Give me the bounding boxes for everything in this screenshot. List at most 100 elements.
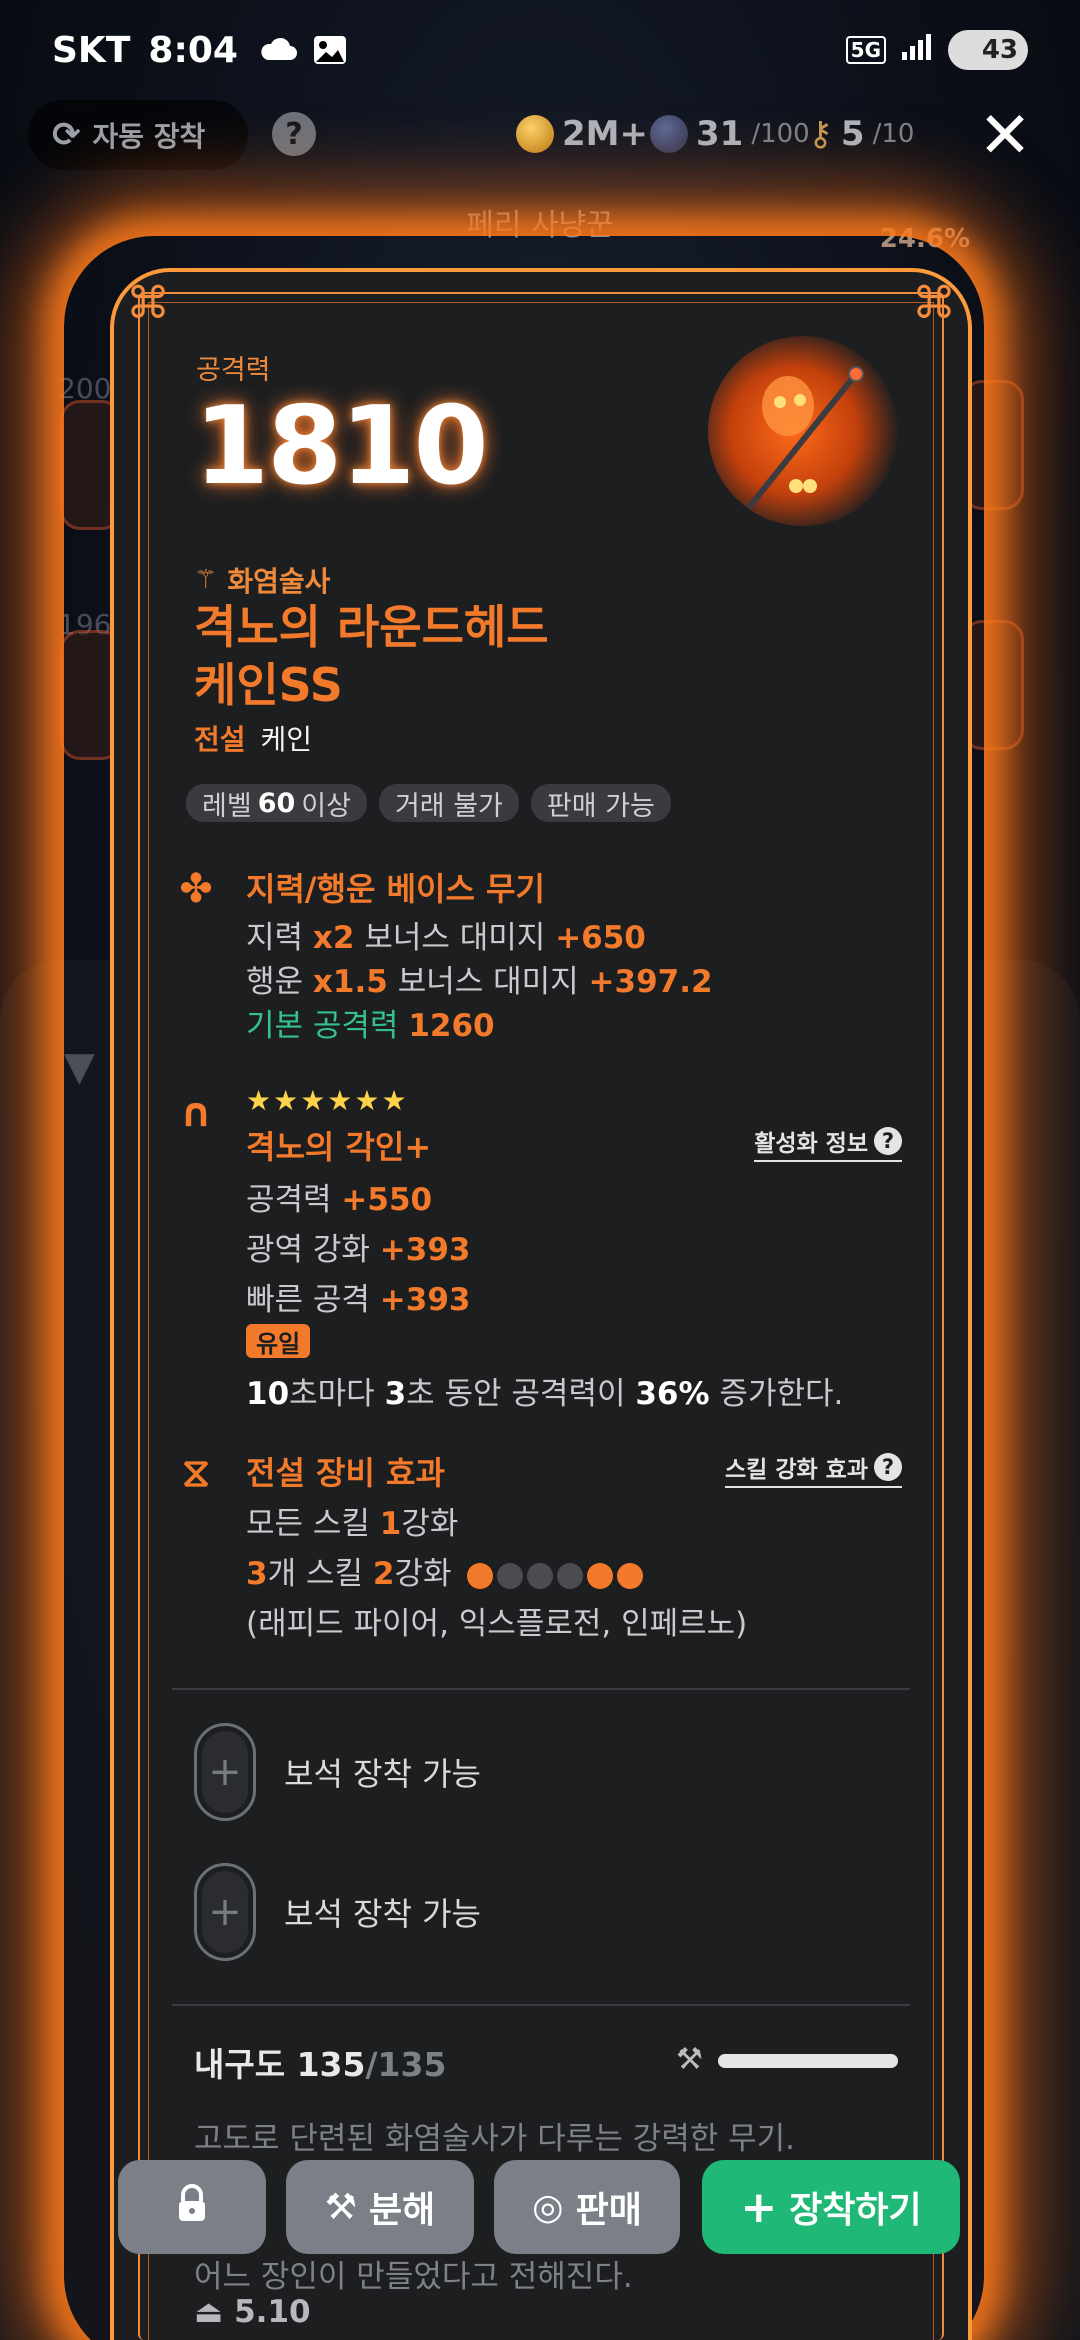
effect-number: 2	[372, 1556, 395, 1592]
stat-desc: 보너스 대미지	[364, 920, 546, 956]
signal-icon	[900, 30, 934, 71]
footer-value: 5.10	[234, 2294, 311, 2330]
durability-bar	[718, 2054, 898, 2068]
lock-button[interactable]	[118, 2160, 266, 2254]
refresh-icon: ⟳	[52, 115, 81, 155]
stat-value: 1260	[408, 1008, 495, 1044]
durability: 내구도 135/135	[194, 2038, 446, 2086]
disassemble-button[interactable]: ⚒ 분해	[286, 2160, 474, 2254]
divider	[172, 1688, 910, 1690]
effect-text: 개 스킬	[267, 1556, 363, 1592]
stat-value: +393	[379, 1282, 471, 1318]
stat-desc: 보너스 대미지	[397, 964, 579, 1000]
auto-equip-label: 자동 장착	[92, 120, 206, 153]
luk-bonus-line: 행운 x1.5 보너스 대미지 +397.2	[246, 956, 713, 1001]
level-requirement-tag: 레벨 60 이상	[186, 784, 367, 822]
unique-badge: 유일	[246, 1324, 311, 1358]
effect-text: 강화	[394, 1556, 452, 1592]
tag-text: 이상	[301, 790, 351, 822]
close-button[interactable]: ✕	[972, 104, 1038, 172]
cloud-icon	[258, 34, 298, 66]
stat-name: 광역 강화	[246, 1232, 370, 1268]
effect-number: 1	[379, 1506, 402, 1542]
engraving-section: ∩ ★★★★★★ 격노의 각인+ 활성화 정보 ? 공격력 +550 광역 강화…	[170, 1084, 920, 1414]
corner-knot-icon: ⌘	[912, 278, 956, 329]
orb-amount: 31	[696, 114, 744, 154]
divider	[172, 2004, 910, 2006]
skill-dot	[587, 1562, 614, 1589]
skill-dots	[467, 1562, 644, 1589]
image-icon	[312, 34, 352, 66]
int-bonus-line: 지력 x2 보너스 대미지 +650	[246, 912, 646, 957]
attack-value: 1810	[194, 384, 489, 509]
legend-effect-icon: ⧖	[181, 1450, 211, 1496]
gem-slot-label: 보석 장착 가능	[284, 1895, 481, 1933]
close-icon: ✕	[978, 99, 1032, 173]
hammer-icon: ⚒	[324, 2186, 358, 2228]
anvil-icon: ⚒	[676, 2042, 703, 2077]
sell-label: 판매	[575, 2190, 642, 2231]
engraving-stat-line: 광역 강화 +393	[246, 1224, 470, 1269]
coin-icon	[516, 115, 554, 153]
tag-text: 거래 불가	[394, 790, 503, 822]
question-icon: ?	[874, 1127, 902, 1155]
info-link-label: 활성화 정보	[754, 1131, 868, 1157]
gem-slot[interactable]: + 보석 장착 가능	[194, 1862, 794, 1962]
stat-value: +393	[379, 1232, 471, 1268]
weight-icon: ⏏	[194, 2294, 224, 2330]
auto-equip-button[interactable]: ⟳ 자동 장착	[28, 100, 248, 170]
effect-text: 모든 스킬	[246, 1506, 370, 1542]
stat-name: 행운	[246, 964, 304, 1000]
effect-number: 10	[246, 1376, 290, 1412]
gem-slot-label: 보석 장착 가능	[284, 1755, 481, 1793]
sell-tag: 판매 가능	[530, 784, 671, 822]
skill-enhance-info-link[interactable]: 스킬 강화 효과 ?	[725, 1450, 902, 1488]
trade-tag: 거래 불가	[378, 784, 519, 822]
orb-currency: 31/100	[650, 106, 810, 162]
battery-level: 43	[981, 35, 1018, 65]
stat-name: 빠른 공격	[246, 1282, 370, 1318]
add-gem-icon: +	[194, 1863, 256, 1961]
base-weapon-section: ✤ 지력/행운 베이스 무기 지력 x2 보너스 대미지 +650 행운 x1.…	[170, 864, 920, 1054]
gold-currency: 2M+	[516, 106, 648, 162]
gem-slot[interactable]: + 보석 장착 가능	[194, 1722, 794, 1822]
item-grade: 전설	[194, 723, 246, 756]
orb-icon	[650, 115, 688, 153]
orb-max: /100	[751, 119, 810, 149]
key-icon: ⚷	[808, 114, 833, 154]
equip-button[interactable]: + 장착하기	[702, 2160, 960, 2254]
skill-enhance-line: 3개 스킬 2강화	[246, 1548, 644, 1593]
skill-dot	[497, 1562, 524, 1589]
effect-text: 초 동안 공격력이	[406, 1376, 626, 1412]
durability-max: /135	[365, 2045, 447, 2084]
item-tags: 레벨 60 이상 거래 불가 판매 가능	[186, 784, 671, 822]
tag-level: 60	[257, 787, 296, 819]
help-button[interactable]: ?	[272, 112, 316, 156]
item-name-line1: 격노의 라운드헤드	[194, 600, 549, 654]
stat-multiplier: x2	[312, 920, 355, 956]
base-attack-line: 기본 공격력 1260	[246, 1000, 495, 1045]
key-max: /10	[872, 119, 915, 149]
effect-text: 초마다	[289, 1376, 375, 1412]
sell-button[interactable]: ◎ 판매	[494, 2160, 680, 2254]
activation-info-link[interactable]: 활성화 정보 ?	[754, 1124, 902, 1162]
tag-text: 레벨	[202, 790, 252, 822]
item-grade-type: 전설 케인	[194, 718, 312, 758]
stat-name: 지력	[246, 920, 304, 956]
stat-name: 공격력	[246, 1182, 332, 1218]
stat-multiplier: x1.5	[312, 964, 388, 1000]
engraving-effect-line: 10초마다 3초 동안 공격력이 36% 증가한다.	[246, 1368, 843, 1413]
status-bar: SKT 8:04 5G 43	[0, 0, 1080, 100]
question-icon: ?	[874, 1453, 902, 1481]
durability-current: 135	[296, 2045, 366, 2084]
coin-spiral-icon: ◎	[532, 2186, 564, 2228]
stat-name: 기본 공격력	[246, 1008, 399, 1044]
legend-effect-section: ⧖ 전설 장비 효과 스킬 강화 효과 ? 모든 스킬 1강화 3개 스킬 2강…	[170, 1448, 920, 1642]
skill-dot	[527, 1562, 554, 1589]
engraving-stat-line: 빠른 공격 +393	[246, 1274, 470, 1319]
fire-mage-icon: ⚚	[194, 565, 218, 595]
corner-knot-icon: ⌘	[126, 278, 170, 329]
item-type: 케인	[260, 723, 312, 756]
rune-icon: ∩	[179, 1090, 213, 1136]
carrier-name: SKT	[52, 29, 131, 71]
